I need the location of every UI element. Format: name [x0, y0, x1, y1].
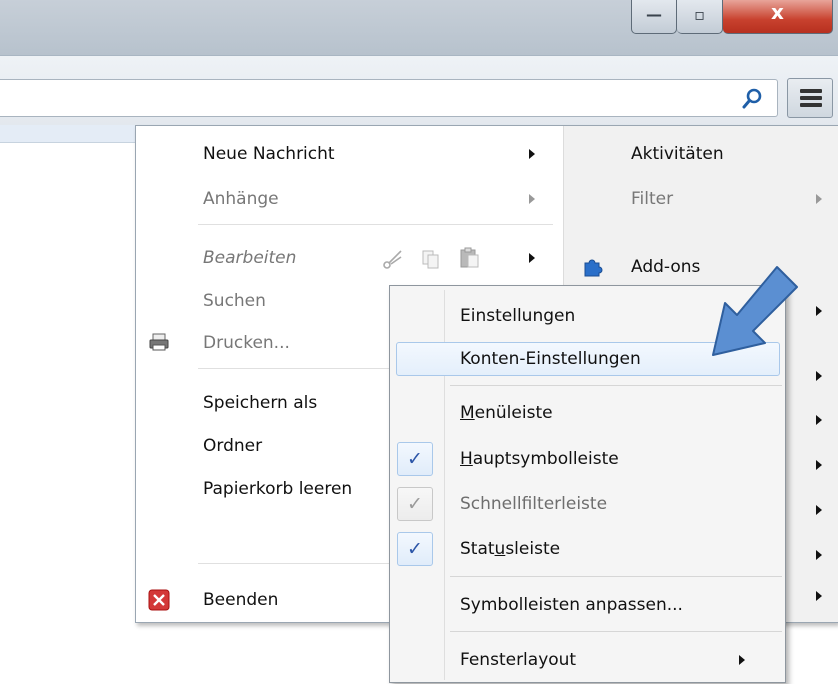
menu-item-anhaenge[interactable]: Anhänge [203, 182, 279, 216]
submenu-arrow-icon [816, 460, 822, 470]
submenu-arrow-icon [816, 415, 822, 425]
submenu-item-statusleiste[interactable]: Statusleiste [460, 530, 560, 568]
submenu-arrow-icon [816, 371, 822, 381]
menu-item-speichern-als[interactable]: Speichern als [203, 386, 317, 420]
title-bar: — ▫ x [0, 0, 838, 55]
submenu-arrow-icon [529, 194, 535, 204]
annotation-arrow-icon [712, 266, 798, 356]
menu-separator [450, 385, 782, 386]
menu-item-suchen[interactable]: Suchen [203, 284, 266, 318]
submenu-item-symbolleisten-anpassen[interactable]: Symbolleisten anpassen... [460, 586, 683, 624]
toolbar [0, 55, 838, 125]
submenu-item-konten-einstellungen[interactable]: Konten-Einstellungen [460, 340, 641, 378]
hamburger-menu-icon[interactable] [787, 78, 833, 118]
close-icon: x [771, 0, 784, 24]
cut-icon[interactable] [382, 248, 404, 270]
menu-separator [198, 224, 553, 225]
checkmark-icon: ✓ [397, 442, 433, 476]
menu-separator [450, 576, 782, 577]
menu-item-bearbeiten[interactable]: Bearbeiten [203, 241, 296, 275]
submenu-arrow-icon [739, 655, 745, 665]
exit-icon [148, 589, 170, 611]
checkmark-icon: ✓ [397, 487, 433, 521]
minimize-icon: — [646, 5, 662, 24]
menu-item-aktivitaeten[interactable]: Aktivitäten [631, 137, 724, 171]
menu-item-neue-nachricht[interactable]: Neue Nachricht [203, 137, 335, 171]
submenu-arrow-icon [816, 591, 822, 601]
submenu-item-einstellungen[interactable]: Einstellungen [460, 297, 575, 335]
menu-item-drucken[interactable]: Drucken... [203, 326, 290, 360]
search-icon[interactable] [741, 87, 763, 111]
submenu-item-menueleiste[interactable]: Menüleiste [460, 394, 553, 432]
menu-item-papierkorb-leeren[interactable]: Papierkorb leeren [203, 472, 352, 506]
submenu-arrow-icon [816, 306, 822, 316]
submenu-arrow-icon [529, 149, 535, 159]
copy-icon[interactable] [420, 248, 442, 270]
maximize-button[interactable]: ▫ [677, 0, 723, 34]
content-header-strip [0, 125, 135, 143]
printer-icon [149, 333, 169, 351]
submenu-item-hauptsymbolleiste[interactable]: Hauptsymbolleiste [460, 440, 619, 478]
minimize-button[interactable]: — [631, 0, 677, 34]
submenu-arrow-icon [816, 194, 822, 204]
submenu-arrow-icon [816, 550, 822, 560]
search-input[interactable] [6, 86, 706, 110]
close-button[interactable]: x [723, 0, 833, 34]
maximize-icon: ▫ [694, 5, 705, 24]
menu-item-ordner[interactable]: Ordner [203, 429, 262, 463]
submenu-item-fensterlayout[interactable]: Fensterlayout [460, 641, 576, 679]
submenu-arrow-icon [529, 253, 535, 263]
paste-icon[interactable] [458, 246, 480, 268]
checkmark-icon: ✓ [397, 532, 433, 566]
submenu-arrow-icon [816, 505, 822, 515]
menu-item-add-ons[interactable]: Add-ons [631, 250, 700, 284]
search-box[interactable] [0, 79, 778, 117]
menu-item-filter[interactable]: Filter [631, 182, 673, 216]
submenu-item-schnellfilterleiste[interactable]: Schnellfilterleiste [460, 485, 607, 523]
menu-item-beenden[interactable]: Beenden [203, 583, 278, 617]
puzzle-icon [584, 259, 603, 277]
menu-separator [450, 631, 782, 632]
